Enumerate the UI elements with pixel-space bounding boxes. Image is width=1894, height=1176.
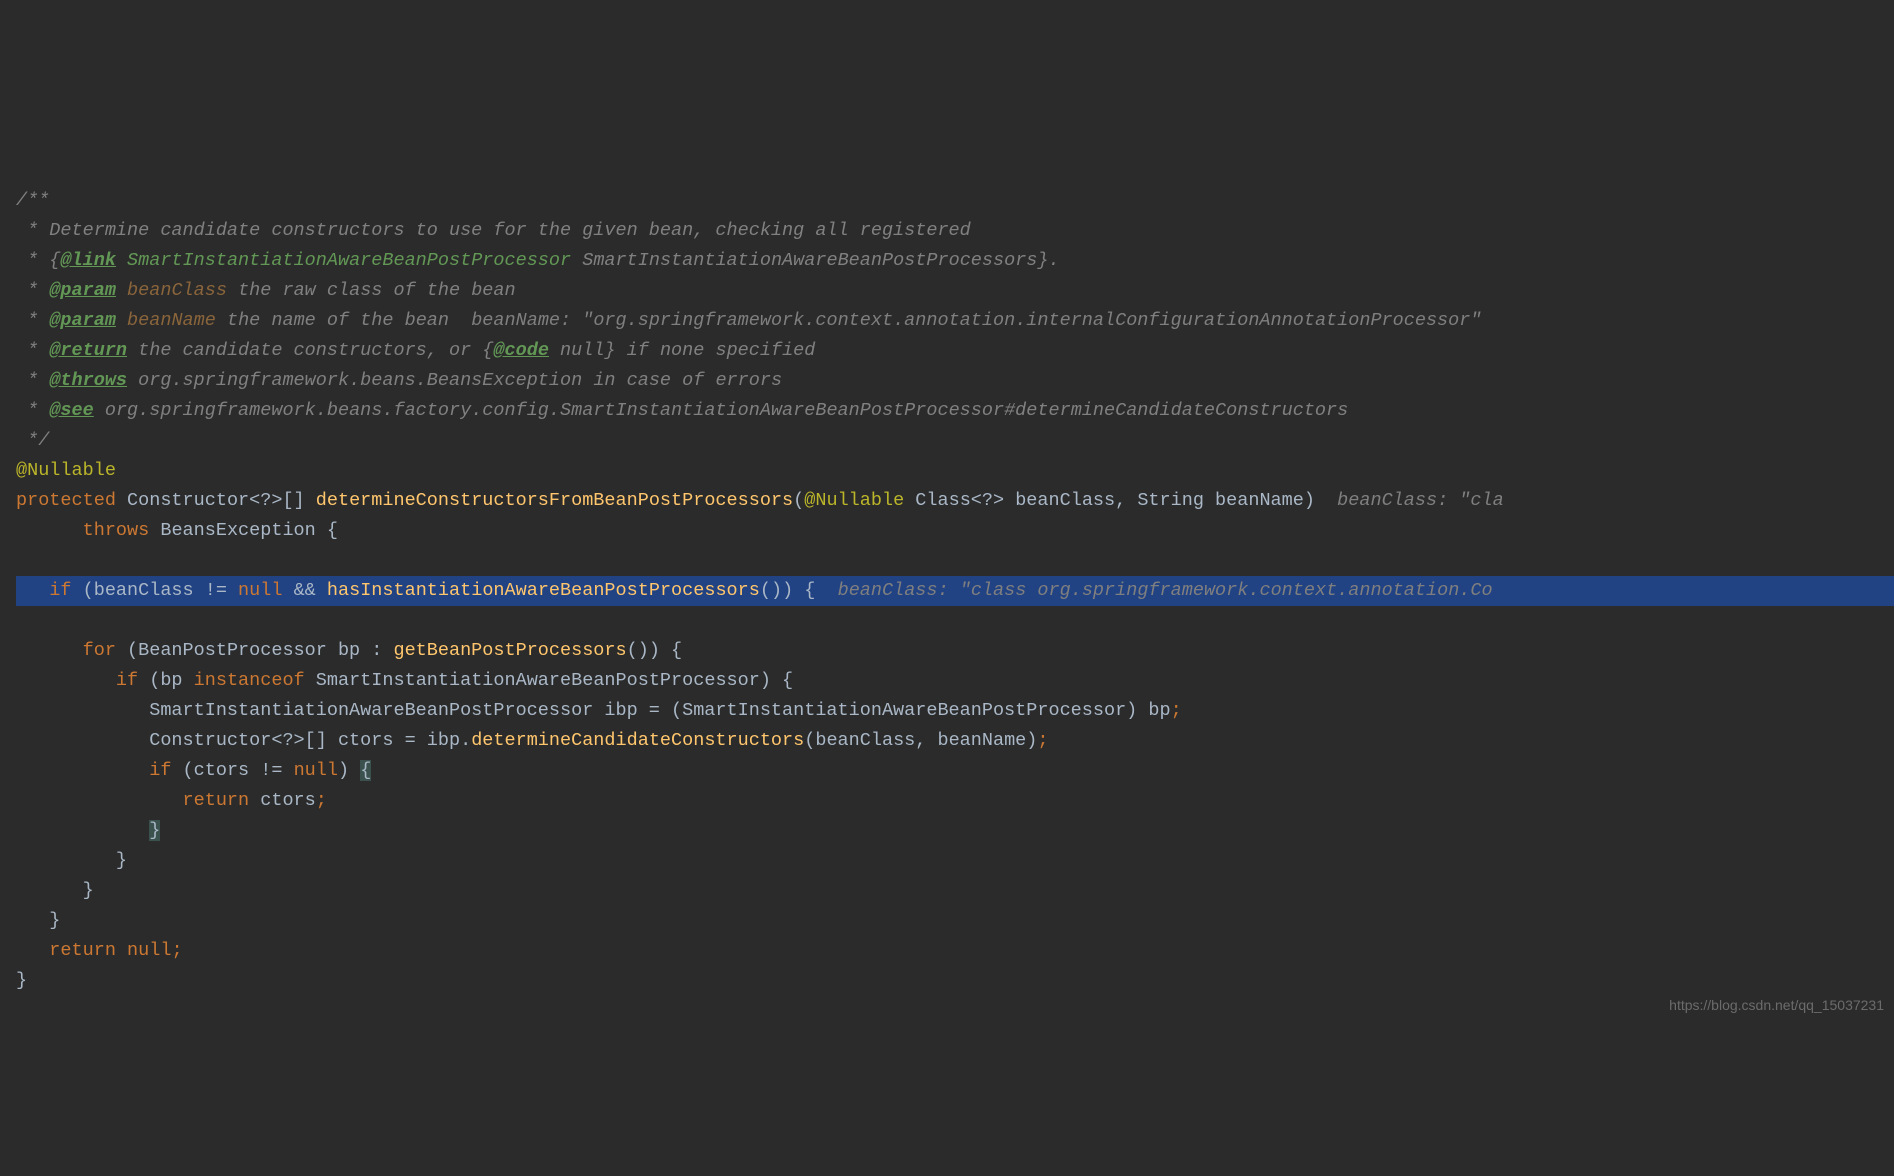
doc-line: * @see org.springframework.beans.factory… <box>16 400 1348 421</box>
code-line: } <box>16 850 127 871</box>
debug-inline-value: beanName: "org.springframework.context.a… <box>471 310 1481 331</box>
doc-line: /** <box>16 190 49 211</box>
code-line: } <box>16 910 60 931</box>
method-signature: protected Constructor<?>[] determineCons… <box>16 490 1504 511</box>
debug-inline-value: beanClass: "class org.springframework.co… <box>838 580 1493 601</box>
code-line: } <box>16 970 27 991</box>
code-line: } <box>16 880 94 901</box>
code-editor[interactable]: /** * Determine candidate constructors t… <box>0 120 1894 1026</box>
code-line: Constructor<?>[] ctors = ibp.determineCa… <box>16 730 1049 751</box>
code-line: return null; <box>16 940 183 961</box>
doc-line: * {@link SmartInstantiationAwareBeanPost… <box>16 250 1060 271</box>
code-line: if (ctors != null) { <box>16 760 371 781</box>
watermark-text: https://blog.csdn.net/qq_15037231 <box>1669 990 1884 1020</box>
doc-line: * @throws org.springframework.beans.Bean… <box>16 370 782 391</box>
throws-line: throws BeansException { <box>16 520 338 541</box>
debug-inline-value: beanClass: "cla <box>1337 490 1504 511</box>
doc-line: * @param beanClass the raw class of the … <box>16 280 516 301</box>
code-line: return ctors; <box>16 790 327 811</box>
code-line: for (BeanPostProcessor bp : getBeanPostP… <box>16 640 682 661</box>
code-line: } <box>16 820 160 841</box>
doc-line: */ <box>16 430 49 451</box>
doc-line: * @return the candidate constructors, or… <box>16 340 815 361</box>
doc-line: * Determine candidate constructors to us… <box>16 220 971 241</box>
code-line: SmartInstantiationAwareBeanPostProcessor… <box>16 700 1182 721</box>
current-execution-line[interactable]: if (beanClass != null && hasInstantiatio… <box>16 576 1894 606</box>
gutter <box>0 120 6 1026</box>
blank-line <box>16 550 27 571</box>
code-line: if (bp instanceof SmartInstantiationAwar… <box>16 670 793 691</box>
annotation-line: @Nullable <box>16 460 116 481</box>
doc-line: * @param beanName the name of the bean b… <box>16 310 1481 331</box>
